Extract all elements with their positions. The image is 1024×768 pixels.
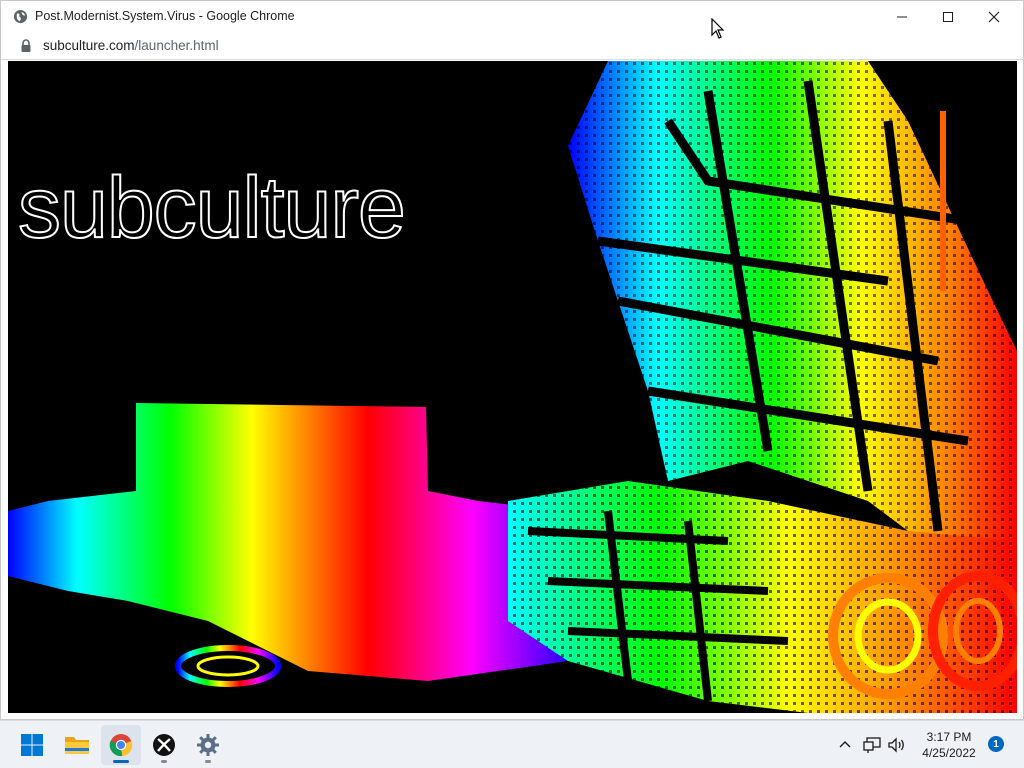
close-icon [988,11,1000,22]
page-viewport[interactable]: subculture [8,61,1017,713]
start-button[interactable] [12,725,52,765]
window-title: Post.Modernist.System.Virus - Google Chr… [35,9,295,23]
volume-icon[interactable] [887,736,907,754]
xbox-icon [153,734,175,756]
windows-start-icon [21,734,43,756]
lock-icon[interactable] [20,39,32,53]
chrome-window: Post.Modernist.System.Virus - Google Chr… [0,0,1024,720]
mouse-cursor-icon [711,18,725,39]
running-indicator [161,760,167,763]
running-indicator [205,760,211,763]
clock[interactable]: 3:17 PM 4/25/2022 [914,729,984,761]
taskbar: 3:17 PM 4/25/2022 1 [0,720,1024,768]
maximize-button[interactable] [925,1,971,32]
clock-date: 4/25/2022 [922,746,976,760]
active-indicator [113,760,129,763]
notification-badge[interactable]: 1 [988,736,1004,752]
minimize-icon [897,16,907,17]
minimize-button[interactable] [879,1,925,32]
desktop: Post.Modernist.System.Virus - Google Chr… [0,0,1024,768]
clock-time: 3:17 PM [926,730,972,744]
chrome-icon [109,734,133,757]
taskbar-chrome[interactable] [101,725,141,765]
address-bar[interactable]: subculture.com/launcher.html [1,32,1023,60]
taskbar-xbox[interactable] [144,725,184,765]
network-icon[interactable] [862,736,882,754]
chevron-up-icon[interactable] [836,736,854,754]
subculture-logo: subculture [17,159,407,257]
taskbar-file-explorer[interactable] [57,725,97,765]
url-host: subculture.com [43,38,135,53]
folder-icon [65,737,89,754]
gear-icon [197,734,219,756]
url-field[interactable]: subculture.com/launcher.html [43,38,219,53]
maximize-icon [943,11,953,22]
globe-icon [13,9,28,24]
close-button[interactable] [971,1,1017,32]
taskbar-settings[interactable] [188,725,228,765]
title-bar[interactable]: Post.Modernist.System.Virus - Google Chr… [1,1,1023,32]
url-path: /launcher.html [134,38,219,53]
